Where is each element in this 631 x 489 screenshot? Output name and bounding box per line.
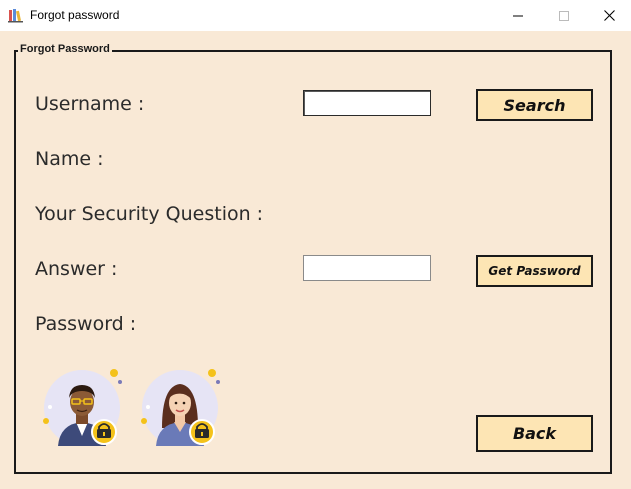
close-icon	[603, 10, 615, 21]
woman-with-lock-avatar	[141, 369, 220, 446]
get-password-button-label: Get Password	[488, 264, 581, 278]
title-bar: Forgot password	[0, 0, 631, 31]
name-label: Name :	[35, 148, 104, 170]
man-with-lock-avatar	[43, 369, 122, 446]
password-label: Password :	[35, 313, 137, 335]
username-input[interactable]	[303, 90, 431, 116]
group-legend: Forgot Password	[18, 43, 112, 55]
window-title: Forgot password	[30, 8, 120, 22]
search-button-label: Search	[503, 95, 566, 115]
search-button[interactable]: Search	[476, 89, 593, 121]
security-question-label: Your Security Question :	[35, 203, 264, 225]
close-button[interactable]	[586, 0, 631, 31]
get-password-button[interactable]: Get Password	[476, 255, 593, 287]
minimize-button[interactable]	[495, 0, 541, 31]
back-button[interactable]: Back	[476, 415, 593, 452]
back-button-label: Back	[512, 424, 557, 443]
answer-input[interactable]	[303, 255, 431, 281]
maximize-icon	[559, 10, 569, 21]
books-app-icon	[8, 9, 23, 23]
minimize-icon	[513, 15, 523, 16]
username-label: Username :	[35, 93, 145, 115]
answer-label: Answer :	[35, 258, 118, 280]
maximize-button[interactable]	[541, 0, 587, 31]
